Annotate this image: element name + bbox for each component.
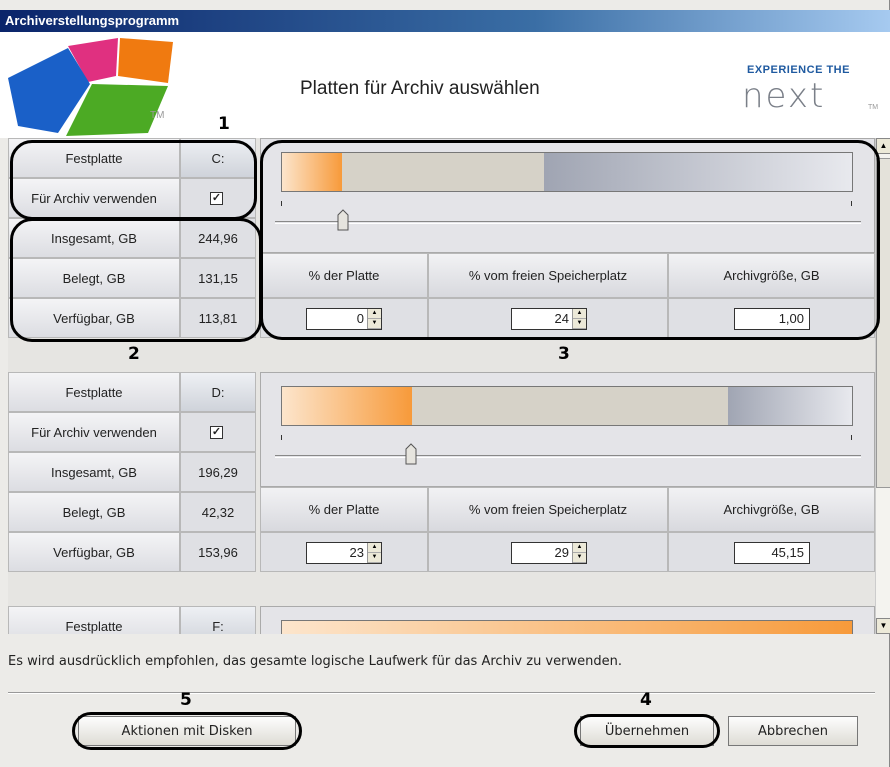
pct-disk-value: 0	[356, 311, 364, 326]
scroll-down-icon[interactable]: ▼	[876, 618, 890, 634]
disk-usage-bar	[281, 620, 853, 634]
annotation-label-4: 4	[640, 690, 652, 710]
spinner-down-icon[interactable]: ▼	[368, 553, 381, 563]
used-value: 131,15	[180, 258, 256, 298]
archive-size-header: Archivgröße, GB	[668, 253, 875, 298]
free-value: 113,81	[180, 298, 256, 338]
recommendation-hint: Es wird ausdrücklich empfohlen, das gesa…	[8, 654, 622, 669]
pct-free-spinner[interactable]: 29 ▲ ▼	[511, 542, 587, 564]
footer-divider	[8, 692, 875, 694]
spinner-down-icon[interactable]: ▼	[573, 319, 586, 329]
spinner-down-icon[interactable]: ▼	[368, 319, 381, 329]
free-label: Verfügbar, GB	[8, 298, 180, 338]
archive-size-input[interactable]: 45,15	[734, 542, 810, 564]
cancel-button[interactable]: Abbrechen	[728, 716, 858, 746]
free-label: Verfügbar, GB	[8, 532, 180, 572]
use-for-archive-checkbox[interactable]: ✓	[210, 426, 223, 439]
brand-logo: next	[742, 76, 826, 116]
pct-disk-value: 23	[349, 545, 364, 560]
use-for-archive-cell: ✓	[180, 178, 256, 218]
slider-thumb[interactable]	[337, 209, 349, 231]
pct-disk-spinner[interactable]: 0 ▲ ▼	[306, 308, 382, 330]
archive-size-slider[interactable]	[275, 221, 861, 224]
scroll-up-icon[interactable]: ▲	[876, 138, 890, 154]
apply-button[interactable]: Übernehmen	[580, 716, 714, 746]
use-for-archive-label: Für Archiv verwenden	[8, 412, 180, 452]
disk-list[interactable]: Festplatte C: Für Archiv verwenden ✓ Ins…	[8, 138, 875, 634]
pct-disk-header: % der Platte	[260, 487, 428, 532]
disk-usage-panel	[260, 372, 875, 487]
brand-tagline: EXPERIENCE THE	[747, 64, 850, 76]
annotation-label-3: 3	[558, 344, 570, 364]
archive-size-input[interactable]: 1,00	[734, 308, 810, 330]
free-value: 153,96	[180, 532, 256, 572]
used-label: Belegt, GB	[8, 492, 180, 532]
disk-label: Festplatte	[8, 372, 180, 412]
pct-free-header: % vom freien Speicherplatz	[428, 253, 668, 298]
annotation-label-5: 5	[180, 690, 192, 710]
use-for-archive-checkbox[interactable]: ✓	[210, 192, 223, 205]
disk-usage-bar	[281, 386, 853, 426]
annotation-label-2: 2	[128, 344, 140, 364]
use-for-archive-cell: ✓	[180, 412, 256, 452]
archive-creator-window: Archiverstellungsprogramm TM Platten für…	[0, 0, 890, 767]
pct-disk-spinner[interactable]: 23 ▲ ▼	[306, 542, 382, 564]
spinner-up-icon[interactable]: ▲	[368, 309, 381, 319]
logo-trademark: TM	[150, 110, 165, 121]
disk-letter: F:	[180, 606, 256, 634]
disk-usage-panel	[260, 606, 875, 634]
total-label: Insgesamt, GB	[8, 218, 180, 258]
dialog-title: Platten für Archiv auswählen	[300, 78, 540, 99]
spinner-up-icon[interactable]: ▲	[368, 543, 381, 553]
used-value: 42,32	[180, 492, 256, 532]
total-value: 244,96	[180, 218, 256, 258]
annotation-label-1: 1	[218, 114, 230, 134]
scrollbar-thumb[interactable]	[876, 158, 890, 488]
disk-actions-button[interactable]: Aktionen mit Disken	[78, 716, 296, 746]
product-logo-icon	[8, 38, 173, 136]
pct-free-value: 24	[554, 311, 569, 326]
vertical-scrollbar[interactable]: ▲ ▼	[875, 138, 890, 634]
window-title-bar[interactable]: Archiverstellungsprogramm	[0, 10, 890, 32]
total-label: Insgesamt, GB	[8, 452, 180, 492]
archive-size-header: Archivgröße, GB	[668, 487, 875, 532]
use-for-archive-label: Für Archiv verwenden	[8, 178, 180, 218]
pct-free-value: 29	[554, 545, 569, 560]
spinner-up-icon[interactable]: ▲	[573, 543, 586, 553]
total-value: 196,29	[180, 452, 256, 492]
archive-size-slider[interactable]	[275, 455, 861, 458]
disk-letter: D:	[180, 372, 256, 412]
dialog-header: TM Platten für Archiv auswählen EXPERIEN…	[0, 32, 890, 138]
brand-trademark: TM	[868, 104, 879, 111]
pct-free-header: % vom freien Speicherplatz	[428, 487, 668, 532]
disk-label: Festplatte	[8, 606, 180, 634]
disk-letter: C:	[180, 138, 256, 178]
disk-label: Festplatte	[8, 138, 180, 178]
pct-disk-header: % der Platte	[260, 253, 428, 298]
spinner-down-icon[interactable]: ▼	[573, 553, 586, 563]
spinner-up-icon[interactable]: ▲	[573, 309, 586, 319]
disk-usage-panel	[260, 138, 875, 253]
window-title: Archiverstellungsprogramm	[5, 13, 180, 28]
slider-thumb[interactable]	[405, 443, 417, 465]
pct-free-spinner[interactable]: 24 ▲ ▼	[511, 308, 587, 330]
used-label: Belegt, GB	[8, 258, 180, 298]
disk-usage-bar	[281, 152, 853, 192]
